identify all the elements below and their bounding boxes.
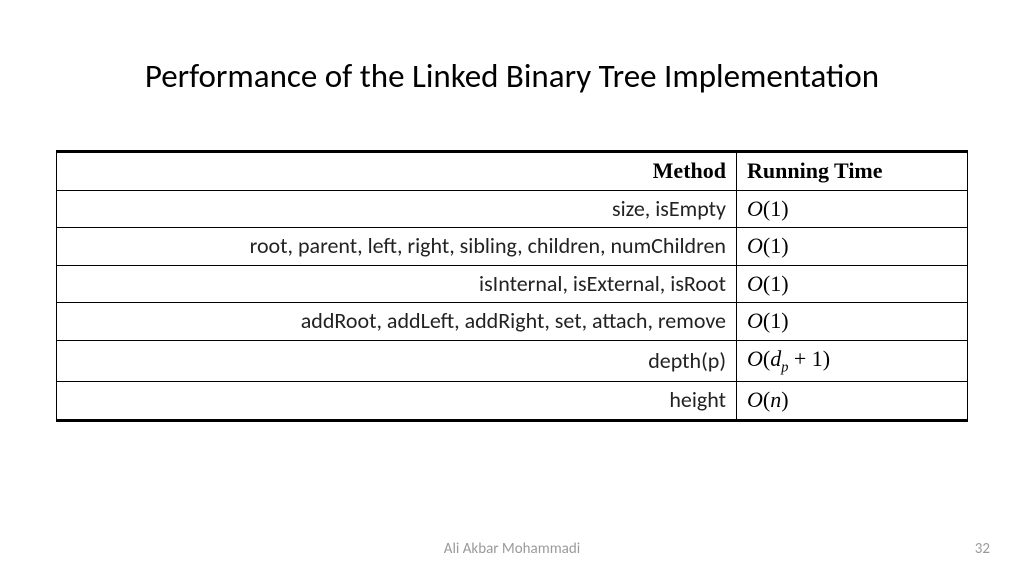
header-runtime: Running Time — [737, 152, 968, 191]
header-method: Method — [57, 152, 737, 191]
method-cell: size, isEmpty — [57, 190, 737, 228]
footer-author: Ali Akbar Mohammadi — [0, 540, 1024, 558]
slide: Performance of the Linked Binary Tree Im… — [0, 0, 1024, 576]
runtime-cell: O(n) — [737, 381, 968, 420]
table-row: addRoot, addLeft, addRight, set, attach,… — [57, 303, 968, 341]
table-header-row: Method Running Time — [57, 152, 968, 191]
table-row: heightO(n) — [57, 381, 968, 420]
runtime-cell: O(1) — [737, 190, 968, 228]
table-row: size, isEmptyO(1) — [57, 190, 968, 228]
method-cell: height — [57, 381, 737, 420]
performance-table: Method Running Time size, isEmptyO(1)roo… — [56, 150, 968, 422]
runtime-cell: O(dp + 1) — [737, 340, 968, 381]
page-title: Performance of the Linked Binary Tree Im… — [0, 56, 1024, 96]
table-row: root, parent, left, right, sibling, chil… — [57, 228, 968, 266]
method-cell: addRoot, addLeft, addRight, set, attach,… — [57, 303, 737, 341]
method-cell: root, parent, left, right, sibling, chil… — [57, 228, 737, 266]
method-cell: isInternal, isExternal, isRoot — [57, 265, 737, 303]
runtime-cell: O(1) — [737, 228, 968, 266]
table-row: isInternal, isExternal, isRootO(1) — [57, 265, 968, 303]
method-cell: depth(p) — [57, 340, 737, 381]
footer-page-number: 32 — [975, 540, 990, 558]
runtime-cell: O(1) — [737, 303, 968, 341]
table-row: depth(p)O(dp + 1) — [57, 340, 968, 381]
performance-table-wrap: Method Running Time size, isEmptyO(1)roo… — [56, 150, 968, 422]
runtime-cell: O(1) — [737, 265, 968, 303]
table-body: size, isEmptyO(1)root, parent, left, rig… — [57, 190, 968, 420]
